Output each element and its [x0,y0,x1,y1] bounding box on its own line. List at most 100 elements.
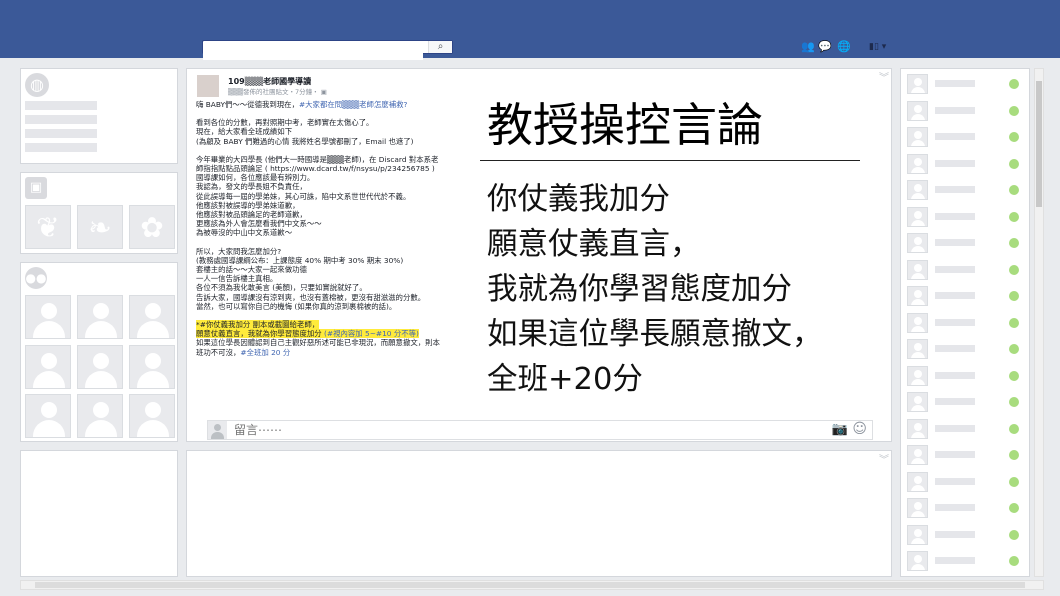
pages-panel: ◍ [20,68,178,164]
divider [480,160,860,161]
contact-name-placeholder [935,80,975,87]
chat-contact[interactable] [905,549,1029,573]
headline: 教授操控言論 [487,98,763,152]
contact-avatar [907,339,928,359]
online-status-icon [1009,105,1019,116]
chat-contact[interactable] [905,72,1029,96]
contact-name-placeholder [935,106,975,114]
contact-name-placeholder [935,345,975,352]
chat-contact[interactable] [905,205,1029,229]
chat-contact[interactable] [905,496,1029,520]
vertical-scrollbar[interactable] [1034,68,1044,577]
contact-avatar [907,418,928,439]
chat-contact[interactable] [905,258,1029,282]
contact-avatar [907,312,928,333]
chat-contact[interactable] [905,364,1029,388]
friend-requests-icon[interactable]: 👥 [801,40,815,54]
contact-name-placeholder [935,451,975,458]
friends-panel: ●● [20,262,178,442]
chat-contact[interactable] [905,470,1029,494]
chevron-down-icon[interactable]: ︾ [879,69,889,84]
search-box[interactable]: ⌕ [202,40,453,60]
post-body: 嗨 BABY們～～從德我到現在，#大家都在問▒▒▒老師怎麼補救? 看到各位的分數… [196,100,440,366]
globe-icon: ◍ [25,73,49,97]
friends-icon: ●● [25,267,47,289]
online-status-icon [1009,79,1019,89]
quote-line: 願意仗義直言， [487,227,701,262]
chat-contact[interactable] [905,231,1029,255]
chat-contact[interactable] [905,390,1029,414]
post-paragraph: 嗨 BABY們～～從德我到現在，#大家都在問▒▒▒老師怎麼補救? [196,100,408,109]
chevron-down-icon[interactable]: ︾ [879,451,889,466]
friend-avatar[interactable] [77,394,123,438]
contact-name-placeholder [935,477,975,485]
friend-avatar[interactable] [129,295,175,339]
contact-avatar [907,445,928,465]
hashtag-link[interactable]: #大家都在問▒▒▒老師怎麼補救? [299,100,407,109]
contact-name-placeholder [935,239,975,246]
account-menu[interactable]: ▮▯ ▾ [869,40,886,54]
friend-avatar[interactable] [77,345,123,389]
online-status-icon [1009,423,1019,434]
notifications-icon[interactable]: 🌐 [837,40,851,54]
chat-contact[interactable] [905,178,1029,202]
post-paragraph: 所以，大家問我怎麼加分? (教務處國導課綱公布：上課態度 40% 期中考 30%… [196,246,426,311]
scrollbar-thumb[interactable] [35,582,1025,588]
search-input[interactable] [203,47,423,60]
butterfly-icon[interactable]: ❦ [25,205,71,249]
author-avatar[interactable] [197,75,219,97]
contact-avatar [907,471,928,492]
quote-line: 全班+20分 [487,362,643,397]
search-icon[interactable]: ⌕ [428,41,452,53]
chat-contact[interactable] [905,284,1029,308]
contact-name-placeholder [935,265,975,273]
contact-avatar [907,259,928,280]
scrollbar-thumb[interactable] [1036,81,1042,207]
contact-name-placeholder [935,424,975,432]
chat-contact[interactable] [905,99,1029,123]
post-paragraph: 看到各位的分數，再對照期中考，老師實在太傷心了。 現在，給大家看全班成績如下 (… [196,118,414,146]
friend-avatar[interactable] [129,345,175,389]
messages-icon[interactable]: 💬 [818,40,832,54]
contact-name-placeholder [935,186,975,193]
friend-avatar[interactable] [129,394,175,438]
friend-avatar[interactable] [25,394,71,438]
contact-name-placeholder [935,371,975,379]
contact-avatar [907,233,928,253]
top-navigation-bar: ⌕ 👥 💬 🌐 ▮▯ ▾ [0,0,1060,60]
horizontal-scrollbar[interactable] [20,580,1044,590]
chat-contact[interactable] [905,152,1029,176]
flower-icon[interactable]: ✿ [129,205,175,249]
chat-contact[interactable] [905,337,1029,361]
friend-avatar[interactable] [77,295,123,339]
online-status-icon [1009,503,1019,513]
chat-contact[interactable] [905,523,1029,547]
hashtag-link[interactable]: (#視內容加 5~#10 分不等) [321,329,419,339]
camera-icon[interactable]: 📷 [832,422,848,437]
online-status-icon [1009,556,1019,566]
placeholder-line [25,129,97,138]
chevron-down-icon: ▾ [881,42,887,52]
contact-avatar [907,74,928,94]
online-status-icon [1009,317,1019,328]
leaf-icon[interactable]: ❧ [77,205,123,249]
chat-contact[interactable] [905,443,1029,467]
smile-icon[interactable]: ☺ [852,421,867,437]
online-status-icon [1009,264,1019,275]
placeholder-line [25,101,97,110]
post-paragraph: 如果這位學長因體認到自己主觀好惡所述可能已非現況，而願意撤文，則本班功不可沒，#… [196,338,440,357]
contact-name-placeholder [935,159,975,167]
quote-line: 你仗義我加分 [487,182,670,217]
online-status-icon [1009,132,1019,142]
chat-contact[interactable] [905,417,1029,441]
online-status-icon [1009,476,1019,487]
chat-contact[interactable] [905,125,1029,149]
friend-avatar[interactable] [25,345,71,389]
chat-contact[interactable] [905,311,1029,335]
photo-icon: ▣ [25,177,47,199]
hashtag-link[interactable]: #全班加 20 分 [240,348,290,357]
contact-avatar [907,127,928,147]
friend-avatar[interactable] [25,295,71,339]
contact-name-placeholder [935,212,975,220]
comment-input[interactable] [234,423,794,437]
